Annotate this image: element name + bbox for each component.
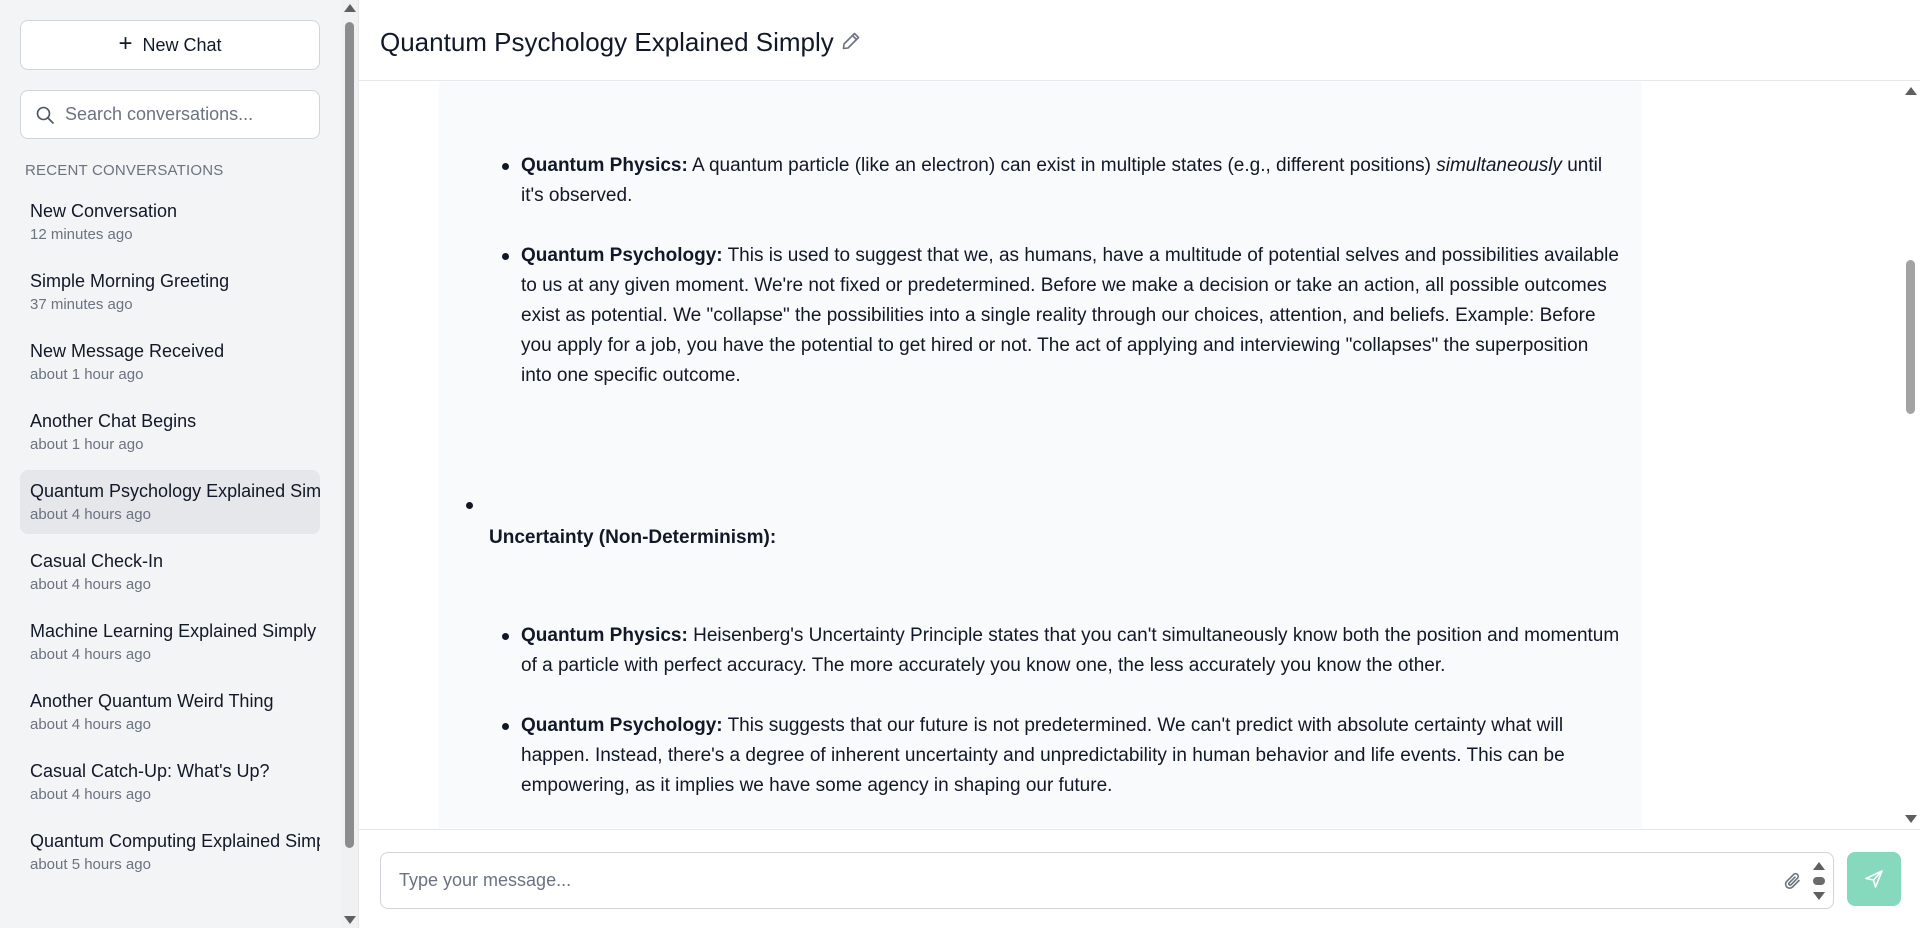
conversation-item[interactable]: Simple Morning Greeting 37 minutes ago (20, 260, 320, 324)
message-box[interactable] (380, 852, 1834, 909)
conversation-item[interactable]: Casual Check-In about 4 hours ago (20, 540, 320, 604)
conversation-item[interactable]: Machine Learning Explained Simply about … (20, 610, 320, 674)
chat-messages-area: Quantum Physics: A quantum particle (lik… (359, 82, 1902, 828)
recent-conversations-heading: RECENT CONVERSATIONS (25, 162, 224, 179)
section-heading: Uncertainty (Non-Determinism): (489, 527, 777, 548)
bullet-label: Quantum Psychology: (521, 715, 723, 736)
sidebar: + New Chat RECENT CONVERSATIONS New Conv… (0, 0, 341, 928)
conversation-time: about 4 hours ago (30, 646, 151, 663)
conversation-title: Another Chat Begins (30, 411, 197, 431)
conversation-time: about 1 hour ago (30, 366, 144, 383)
conversation-time: about 5 hours ago (30, 856, 151, 873)
bullet-label: Quantum Psychology: (521, 245, 723, 266)
send-button[interactable] (1847, 852, 1901, 906)
conversation-time: about 4 hours ago (30, 786, 151, 803)
search-box[interactable] (20, 90, 320, 139)
conversation-title: Simple Morning Greeting (30, 271, 230, 291)
scroll-down-arrow-icon[interactable] (1905, 815, 1917, 823)
bullet-italic: simultaneously (1436, 155, 1562, 176)
conversation-time: about 4 hours ago (30, 506, 151, 523)
conversation-item[interactable]: New Conversation 12 minutes ago (20, 190, 320, 254)
conversation-time: about 1 hour ago (30, 436, 144, 453)
bullet-label: Quantum Physics: (521, 625, 688, 646)
scroll-up-arrow-icon[interactable] (344, 4, 356, 12)
conversation-title: Another Quantum Weird Thing (30, 691, 274, 711)
conversation-title: Casual Catch-Up: What's Up? (30, 761, 270, 781)
paperclip-icon[interactable] (1782, 870, 1804, 892)
bullet-label: Quantum Physics: (521, 155, 688, 176)
search-icon (36, 106, 54, 124)
conversation-time: 12 minutes ago (30, 226, 133, 243)
list-item: Quantum Physics: Heisenberg's Uncertaint… (502, 621, 1621, 681)
conversation-title: Quantum Psychology Explained Simply (30, 481, 320, 501)
conversation-title: Casual Check-In (30, 551, 164, 571)
assistant-message: Quantum Physics: A quantum particle (lik… (439, 82, 1642, 828)
pencil-edit-icon[interactable] (840, 30, 862, 52)
conversation-title: New Message Received (30, 341, 225, 361)
conversation-list: New Conversation 12 minutes ago Simple M… (20, 190, 320, 890)
page-title: Quantum Psychology Explained Simply (380, 27, 834, 57)
conversation-title: New Conversation (30, 201, 178, 221)
conversation-title: Quantum Computing Explained Simply (30, 831, 320, 851)
conversation-item[interactable]: Casual Catch-Up: What's Up? about 4 hour… (20, 750, 320, 814)
chat-scrollbar[interactable] (1902, 82, 1920, 828)
list-item: Quantum Psychology: This suggests that o… (502, 711, 1621, 801)
message-input[interactable] (399, 870, 1759, 896)
conversation-item[interactable]: Another Chat Begins about 1 hour ago (20, 400, 320, 464)
conversation-time: 37 minutes ago (30, 296, 133, 313)
scroll-down-arrow-icon[interactable] (344, 916, 356, 924)
message-input-bar (359, 829, 1920, 928)
search-input[interactable] (65, 104, 305, 125)
conversation-time: about 4 hours ago (30, 576, 151, 593)
bullet-text: A quantum particle (like an electron) ca… (687, 155, 1437, 176)
scroll-up-arrow-icon[interactable] (1905, 87, 1917, 95)
outer-bullet (466, 502, 473, 509)
conversation-time: about 4 hours ago (30, 716, 151, 733)
plus-icon: + (118, 29, 133, 57)
conversation-item[interactable]: Quantum Computing Explained Simply about… (20, 820, 320, 884)
conversation-item[interactable]: Another Quantum Weird Thing about 4 hour… (20, 680, 320, 744)
chat-header: Quantum Psychology Explained Simply (359, 0, 1920, 81)
resize-handle-icon[interactable] (1811, 859, 1827, 903)
new-chat-label: New Chat (142, 34, 222, 55)
sidebar-scroll-thumb[interactable] (345, 22, 354, 848)
conversation-title: Machine Learning Explained Simply (30, 621, 317, 641)
list-item: Quantum Physics: A quantum particle (lik… (502, 151, 1621, 211)
sidebar-scrollbar[interactable] (341, 0, 358, 928)
conversation-item-active[interactable]: Quantum Psychology Explained Simply abou… (20, 470, 320, 534)
chat-scroll-thumb[interactable] (1906, 260, 1915, 414)
bullet-text: This is used to suggest that we, as huma… (521, 245, 1619, 386)
new-chat-button[interactable]: + New Chat (20, 20, 320, 70)
list-item: Quantum Psychology: This is used to sugg… (502, 241, 1621, 391)
conversation-item[interactable]: New Message Received about 1 hour ago (20, 330, 320, 394)
send-icon (1865, 870, 1883, 888)
